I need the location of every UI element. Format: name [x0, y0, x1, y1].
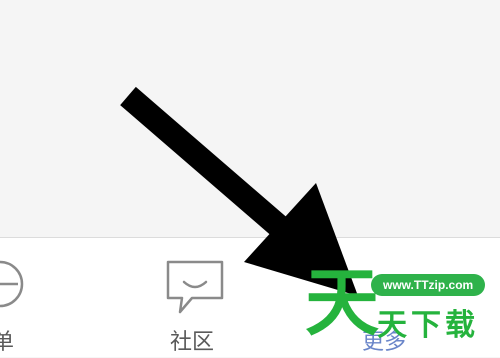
watermark-text: 天下载 — [377, 308, 479, 343]
watermark: 天 www.TTzip.com 天下载 — [305, 262, 500, 357]
watermark-big-char: 天 — [305, 260, 379, 346]
watermark-url: www.TTzip.com — [371, 274, 486, 296]
